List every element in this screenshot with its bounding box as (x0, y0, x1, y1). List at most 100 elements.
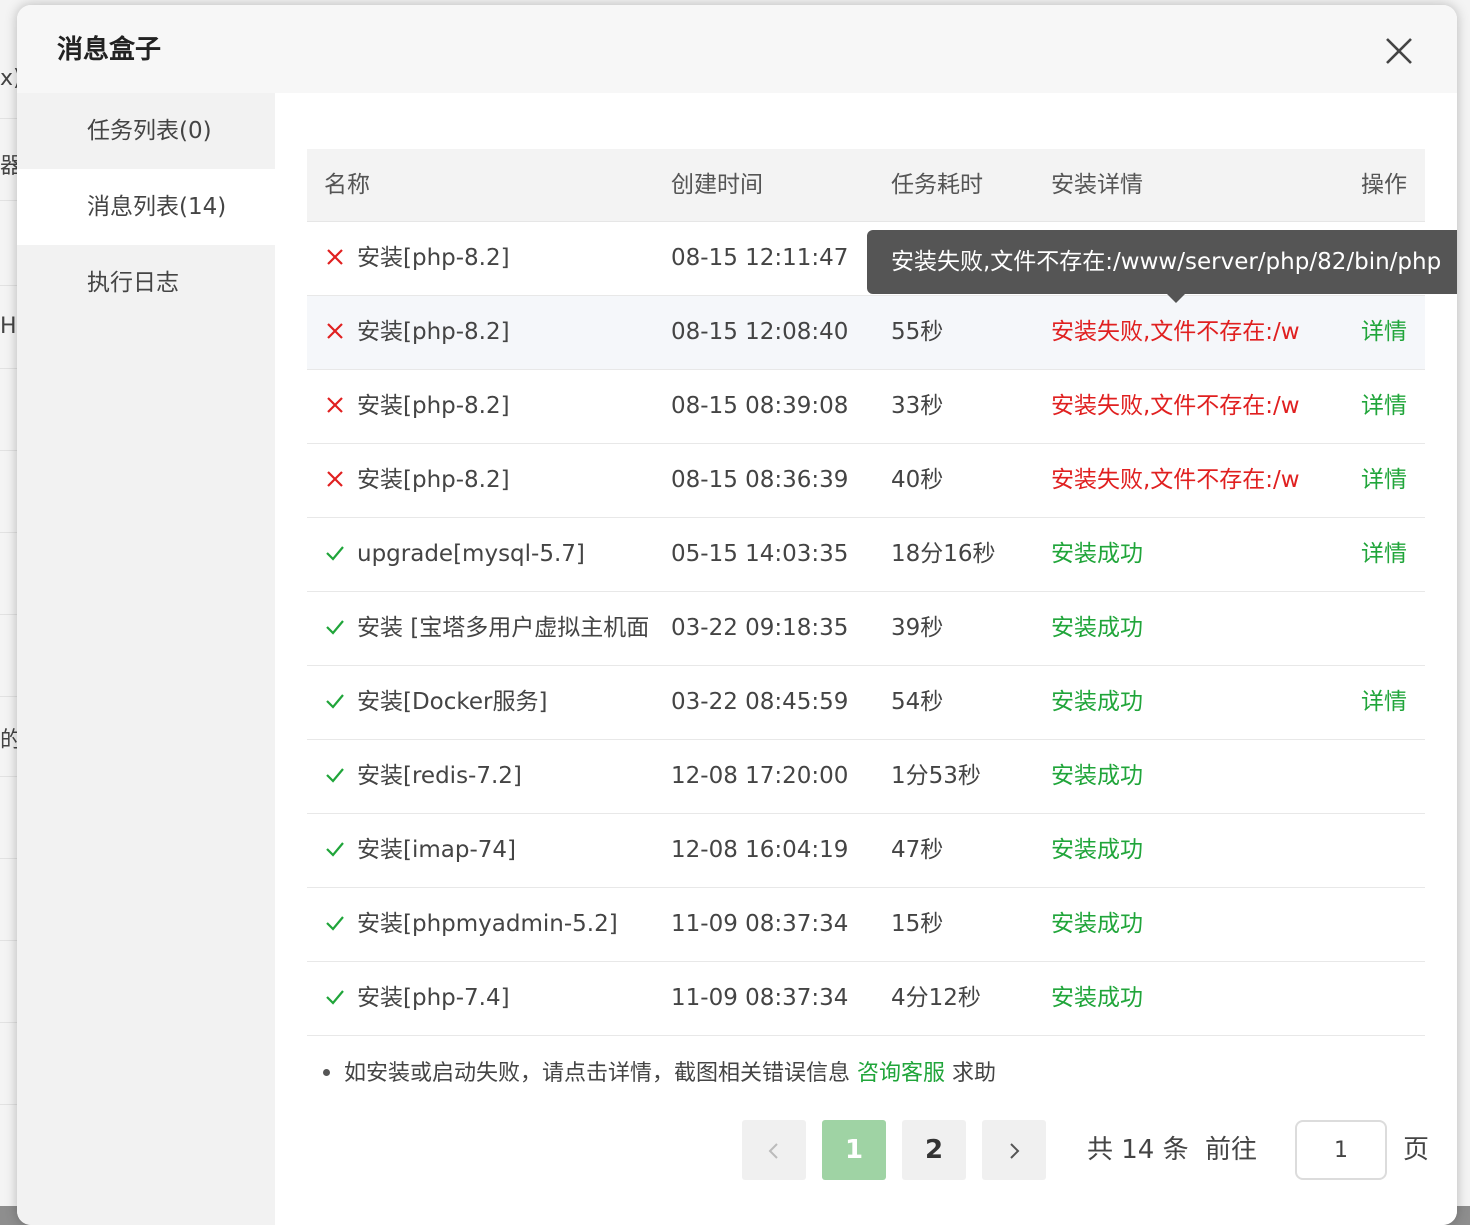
task-name: 安装 [宝塔多用户虚拟主机面 (357, 615, 650, 641)
created-time: 12-08 16:04:19 (671, 837, 849, 863)
install-detail: 安装失败,文件不存在:/w (1051, 319, 1300, 345)
task-name: 安装[php-8.2] (357, 393, 510, 419)
cross-icon (327, 323, 343, 339)
check-icon (326, 768, 344, 783)
detail-link[interactable]: 详情 (1361, 370, 1421, 443)
install-detail: 安装失败,文件不存在:/w (1051, 467, 1300, 493)
help-note-text: 如安装或启动失败，请点击详情，截图相关错误信息 (344, 1061, 851, 1086)
sidebar-item-label: 任务列表(0) (87, 118, 212, 144)
install-detail: 安装成功 (1051, 763, 1143, 789)
task-name: 安装[php-7.4] (357, 985, 510, 1011)
bullet-dot (323, 1068, 330, 1076)
chevron-left-icon (768, 1142, 778, 1159)
main-panel: 名称 创建时间 任务耗时 安装详情 操作 安装[php-8.2] 08-15 12… (275, 93, 1457, 1225)
task-duration: 1分53秒 (891, 763, 981, 789)
table-row: 安装[php-8.2] 08-15 12:08:40 55秒 安装失败,文件不存在:/… (307, 296, 1425, 370)
detail-link[interactable]: 详情 (1361, 444, 1421, 517)
error-tooltip: 安装失败,文件不存在:/www/server/php/82/bin/php (867, 230, 1457, 294)
created-time: 03-22 09:18:35 (671, 615, 849, 641)
consult-support-link[interactable]: 咨询客服 (857, 1061, 945, 1086)
check-icon (326, 916, 344, 931)
total-count: 共 14 条 (1087, 1135, 1189, 1165)
sidebar-item-execution-log[interactable]: 执行日志 (17, 245, 275, 321)
close-button[interactable] (1379, 31, 1419, 71)
table-row: 安装[Docker服务] 03-22 08:45:59 54秒 安装成功 详情 (307, 666, 1425, 740)
created-time: 11-09 08:37:34 (671, 985, 849, 1011)
created-time: 11-09 08:37:34 (671, 911, 849, 937)
table-row: 安装[imap-74] 12-08 16:04:19 47秒 安装成功 (307, 814, 1425, 888)
help-note: 如安装或启动失败，请点击详情，截图相关错误信息 咨询客服 求助 (323, 1055, 996, 1087)
task-name: upgrade[mysql-5.7] (357, 541, 585, 567)
created-time: 03-22 08:45:59 (671, 689, 849, 715)
table-header: 名称 创建时间 任务耗时 安装详情 操作 (307, 149, 1425, 222)
check-icon (326, 694, 344, 709)
check-icon (326, 546, 344, 561)
install-detail: 安装成功 (1051, 689, 1143, 715)
task-name: 安装[phpmyadmin-5.2] (357, 911, 618, 937)
task-name: 安装[php-8.2] (357, 467, 510, 493)
sidebar-item-label: 消息列表(14) (87, 194, 227, 220)
sidebar-item-message-list[interactable]: 消息列表(14) (17, 169, 275, 245)
table-row: upgrade[mysql-5.7] 05-15 14:03:35 18分16秒 安装… (307, 518, 1425, 592)
column-header-created: 创建时间 (671, 172, 763, 198)
created-time: 08-15 12:11:47 (671, 245, 849, 271)
help-note-suffix: 求助 (952, 1061, 997, 1086)
install-detail: 安装成功 (1051, 985, 1143, 1011)
page-button-2[interactable]: 2 (902, 1120, 966, 1180)
table-row: 安装[php-7.4] 11-09 08:37:34 4分12秒 安装成功 (307, 962, 1425, 1036)
next-page-button[interactable] (982, 1120, 1046, 1180)
task-duration: 55秒 (891, 319, 944, 345)
close-icon (1386, 38, 1412, 64)
table-row: 安装 [宝塔多用户虚拟主机面 03-22 09:18:35 39秒 安装成功 (307, 592, 1425, 666)
install-detail: 安装成功 (1051, 615, 1143, 641)
install-detail: 安装成功 (1051, 911, 1143, 937)
install-detail: 安装成功 (1051, 541, 1143, 567)
page-unit-label: 页 (1403, 1135, 1430, 1165)
column-header-duration: 任务耗时 (891, 172, 983, 198)
check-icon (326, 842, 344, 857)
page-jump-input[interactable] (1295, 1120, 1387, 1180)
task-duration: 47秒 (891, 837, 944, 863)
task-duration: 54秒 (891, 689, 944, 715)
table-row: 安装[redis-7.2] 12-08 17:20:00 1分53秒 安装成功 (307, 740, 1425, 814)
sidebar-item-task-list[interactable]: 任务列表(0) (17, 93, 275, 169)
task-duration: 15秒 (891, 911, 944, 937)
created-time: 05-15 14:03:35 (671, 541, 849, 567)
task-duration: 33秒 (891, 393, 944, 419)
task-name: 安装[php-8.2] (357, 319, 510, 345)
task-name: 安装[php-8.2] (357, 245, 510, 271)
detail-link[interactable]: 详情 (1361, 518, 1421, 591)
detail-link[interactable]: 详情 (1361, 296, 1421, 369)
task-duration: 4分12秒 (891, 985, 981, 1011)
task-duration: 18分16秒 (891, 541, 996, 567)
message-box-dialog: 消息盒子 任务列表(0) 消息列表(14) 执行日志 名称 创建时间 任务耗时 … (17, 5, 1457, 1225)
created-time: 12-08 17:20:00 (671, 763, 849, 789)
cross-icon (327, 249, 343, 265)
cross-icon (327, 471, 343, 487)
dialog-title: 消息盒子 (57, 35, 162, 65)
chevron-right-icon (1010, 1142, 1020, 1159)
sidebar: 任务列表(0) 消息列表(14) 执行日志 (17, 93, 275, 1225)
column-header-detail: 安装详情 (1051, 172, 1143, 198)
table-row: 安装[php-8.2] 08-15 08:39:08 33秒 安装失败,文件不存在:/… (307, 370, 1425, 444)
sidebar-item-label: 执行日志 (87, 270, 179, 296)
page-button-1[interactable]: 1 (822, 1120, 886, 1180)
detail-link[interactable]: 详情 (1361, 666, 1421, 739)
install-detail: 安装成功 (1051, 837, 1143, 863)
column-header-action: 操作 (1361, 172, 1407, 198)
goto-label: 前往 (1205, 1135, 1258, 1165)
tooltip-arrow (1166, 293, 1186, 303)
task-name: 安装[Docker服务] (357, 689, 548, 715)
dialog-header: 消息盒子 (17, 5, 1457, 93)
prev-page-button[interactable] (742, 1120, 806, 1180)
check-icon (326, 990, 344, 1005)
tooltip-text: 安装失败,文件不存在:/www/server/php/82/bin/php (891, 249, 1442, 275)
task-name: 安装[redis-7.2] (357, 763, 522, 789)
check-icon (326, 620, 344, 635)
task-duration: 39秒 (891, 615, 944, 641)
cross-icon (327, 397, 343, 413)
table-row: 安装[phpmyadmin-5.2] 11-09 08:37:34 15秒 安装成功 (307, 888, 1425, 962)
table-row: 安装[php-8.2] 08-15 08:36:39 40秒 安装失败,文件不存在:/… (307, 444, 1425, 518)
created-time: 08-15 08:36:39 (671, 467, 849, 493)
task-duration: 40秒 (891, 467, 944, 493)
